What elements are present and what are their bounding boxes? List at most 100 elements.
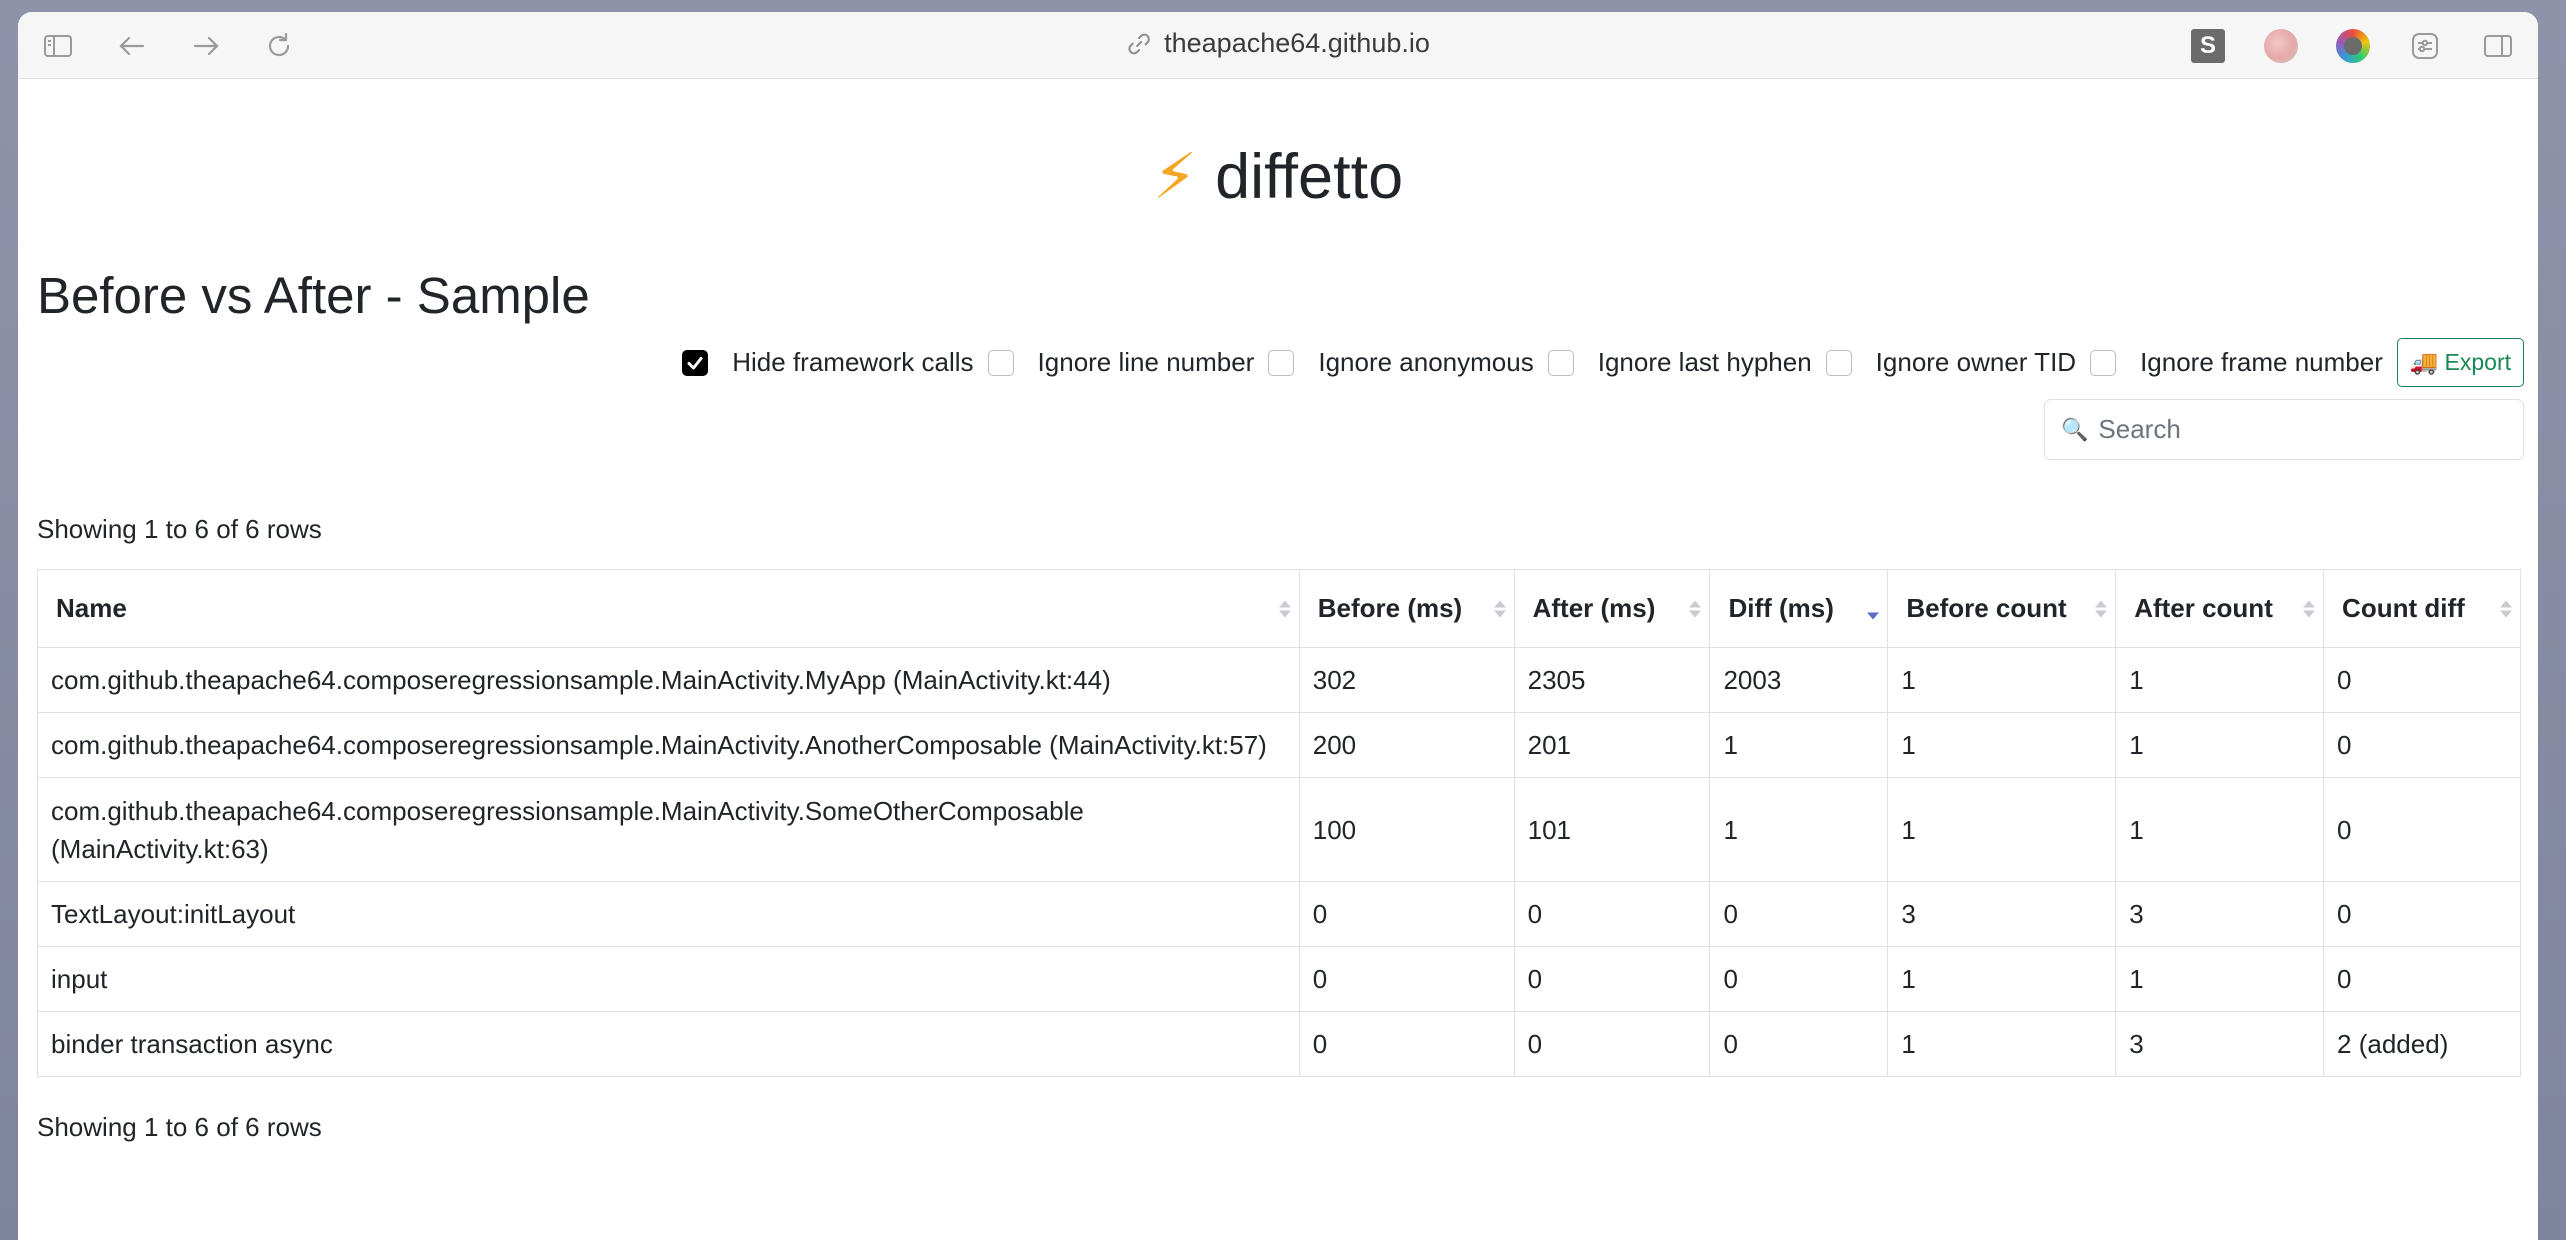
cell-diff-ms: 1 xyxy=(1709,712,1889,778)
cell-diff-ms: 1 xyxy=(1709,777,1889,882)
ignore-owner-tid-checkbox[interactable] xyxy=(1825,349,1852,376)
s-extension-icon[interactable]: S xyxy=(2191,29,2225,63)
reload-icon[interactable] xyxy=(261,28,297,64)
sort-desc-icon xyxy=(1867,598,1880,619)
option-label: Ignore anonymous xyxy=(1318,347,1534,377)
cell-before-ms: 0 xyxy=(1298,1011,1515,1077)
sort-icon xyxy=(1689,600,1702,617)
column-header-after-count[interactable]: After count xyxy=(2115,569,2325,648)
ignore-line-number-checkbox[interactable] xyxy=(987,349,1014,376)
search-box[interactable]: 🔍 xyxy=(2044,399,2524,460)
option-ignore-line-number[interactable]: Ignore line number xyxy=(987,347,1255,378)
cell-name: com.github.theapache64.composeregression… xyxy=(37,777,1300,882)
lightning-icon: ⚡ xyxy=(1152,142,1198,212)
table-row: com.github.theapache64.composeregression… xyxy=(37,777,2521,882)
extensions-icon[interactable] xyxy=(2407,28,2443,64)
option-hide-framework-calls[interactable]: Hide framework calls xyxy=(682,347,974,378)
cell-after-ms: 0 xyxy=(1513,1011,1711,1077)
ignore-frame-number-checkbox[interactable] xyxy=(2090,349,2117,376)
ignore-anonymous-checkbox[interactable] xyxy=(1268,349,1295,376)
cell-after-count: 3 xyxy=(2115,1011,2325,1077)
table-header-row: Name Before (ms) After (ms) Diff (ms) Be… xyxy=(37,569,2521,648)
cell-after-count: 1 xyxy=(2115,647,2325,713)
sidebar-toggle-icon[interactable] xyxy=(40,28,76,64)
forward-arrow-icon[interactable] xyxy=(188,28,224,64)
sort-icon xyxy=(2095,600,2108,617)
filter-options: Hide framework calls Ignore line number … xyxy=(668,338,2524,387)
option-ignore-frame-number[interactable]: Ignore frame number xyxy=(2090,347,2383,378)
cell-before-count: 1 xyxy=(1887,1011,2117,1077)
split-view-icon[interactable] xyxy=(2480,28,2516,64)
browser-toolbar: theapache64.github.io S xyxy=(18,12,2538,79)
brand-name: diffetto xyxy=(1215,142,1404,212)
table-row: com.github.theapache64.composeregression… xyxy=(37,712,2521,778)
page-content: ⚡ diffetto Before vs After - Sample Hide … xyxy=(18,80,2538,1240)
cell-count-diff: 0 xyxy=(2323,647,2521,713)
option-label: Hide framework calls xyxy=(732,347,974,377)
option-ignore-owner-tid[interactable]: Ignore owner TID xyxy=(1825,347,2077,378)
cell-name: TextLayout:initLayout xyxy=(37,881,1300,947)
option-ignore-anonymous[interactable]: Ignore anonymous xyxy=(1268,347,1534,378)
export-button[interactable]: 🚚 Export xyxy=(2396,338,2524,387)
cell-after-ms: 201 xyxy=(1513,712,1711,778)
search-icon: 🔍 xyxy=(2061,416,2089,442)
cell-diff-ms: 0 xyxy=(1709,881,1889,947)
cell-after-ms: 0 xyxy=(1513,881,1711,947)
cell-before-ms: 200 xyxy=(1298,712,1515,778)
cell-name: input xyxy=(37,946,1300,1012)
option-label: Ignore last hyphen xyxy=(1597,347,1812,377)
cell-count-diff: 0 xyxy=(2323,946,2521,1012)
cell-before-count: 1 xyxy=(1887,712,2117,778)
cell-count-diff: 0 xyxy=(2323,777,2521,882)
column-header-count-diff[interactable]: Count diff xyxy=(2323,569,2521,648)
sort-icon xyxy=(1493,600,1506,617)
link-icon xyxy=(1128,33,1150,54)
cell-before-ms: 0 xyxy=(1298,881,1515,947)
ignore-last-hyphen-checkbox[interactable] xyxy=(1547,349,1574,376)
pagination-info-bottom: Showing 1 to 6 of 6 rows xyxy=(37,1112,322,1142)
browser-window: theapache64.github.io S ⚡ diffetto Before… xyxy=(18,12,2538,1240)
cell-before-ms: 0 xyxy=(1298,946,1515,1012)
back-arrow-icon[interactable] xyxy=(114,28,150,64)
cell-diff-ms: 0 xyxy=(1709,946,1889,1012)
cell-diff-ms: 2003 xyxy=(1709,647,1889,713)
page-title: Before vs After - Sample xyxy=(37,267,590,324)
pagination-info-top: Showing 1 to 6 of 6 rows xyxy=(37,514,322,544)
cell-after-count: 1 xyxy=(2115,777,2325,882)
cell-after-ms: 2305 xyxy=(1513,647,1711,713)
cell-count-diff: 2 (added) xyxy=(2323,1011,2521,1077)
cell-before-count: 1 xyxy=(1887,946,2117,1012)
cell-after-ms: 0 xyxy=(1513,946,1711,1012)
column-header-before-count[interactable]: Before count xyxy=(1887,569,2117,648)
sort-icon xyxy=(1278,600,1291,617)
column-header-name[interactable]: Name xyxy=(37,569,1300,648)
brand-header: ⚡ diffetto xyxy=(18,140,2538,213)
cell-count-diff: 0 xyxy=(2323,881,2521,947)
truck-icon: 🚚 xyxy=(2409,349,2439,375)
search-input[interactable] xyxy=(2098,414,2499,445)
cell-name: com.github.theapache64.composeregression… xyxy=(37,712,1300,778)
cell-name: binder transaction async xyxy=(37,1011,1300,1077)
cell-count-diff: 0 xyxy=(2323,712,2521,778)
table-row: input 0 0 0 1 1 0 xyxy=(37,946,2521,1012)
option-label: Ignore owner TID xyxy=(1875,347,2077,377)
cell-before-count: 3 xyxy=(1887,881,2117,947)
cell-before-ms: 100 xyxy=(1298,777,1515,882)
sort-icon xyxy=(2500,600,2512,617)
column-header-before-ms[interactable]: Before (ms) xyxy=(1298,569,1515,648)
option-label: Ignore frame number xyxy=(2140,347,2383,377)
cell-name: com.github.theapache64.composeregression… xyxy=(37,647,1300,713)
option-label: Ignore line number xyxy=(1037,347,1255,377)
sort-icon xyxy=(2303,600,2316,617)
avatar-extension-icon[interactable] xyxy=(2264,29,2298,63)
address-bar[interactable]: theapache64.github.io xyxy=(1126,28,1430,59)
column-header-diff-ms[interactable]: Diff (ms) xyxy=(1709,569,1889,648)
hide-framework-calls-checkbox[interactable] xyxy=(682,349,709,376)
column-header-after-ms[interactable]: After (ms) xyxy=(1513,569,1711,648)
table-row: binder transaction async 0 0 0 1 3 2 (ad… xyxy=(37,1011,2521,1077)
cell-after-count: 1 xyxy=(2115,712,2325,778)
export-label: Export xyxy=(2444,349,2511,375)
option-ignore-last-hyphen[interactable]: Ignore last hyphen xyxy=(1547,347,1812,378)
color-extension-icon[interactable] xyxy=(2336,29,2370,63)
cell-after-count: 1 xyxy=(2115,946,2325,1012)
